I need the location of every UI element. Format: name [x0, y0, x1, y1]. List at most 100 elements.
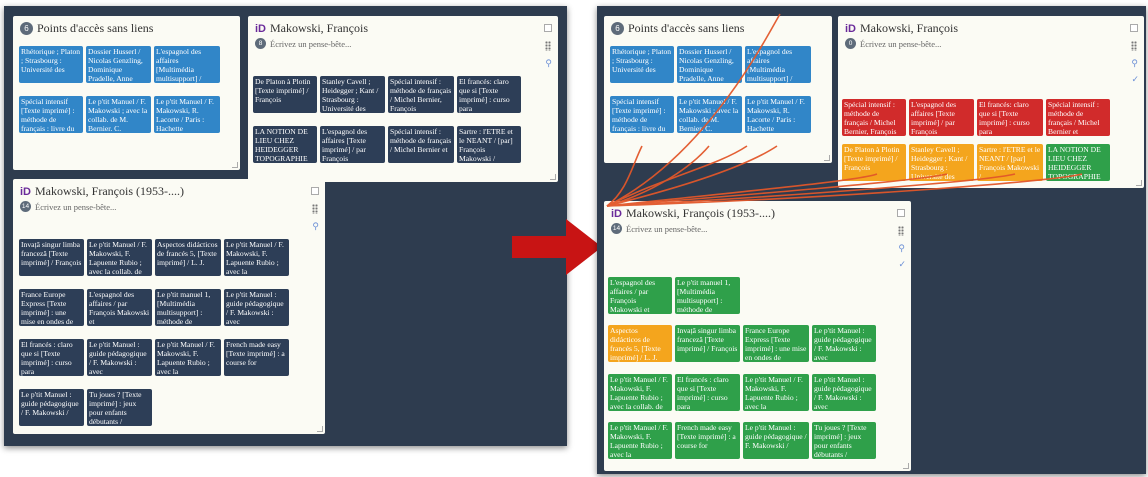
select-checkbox[interactable]	[1130, 24, 1138, 32]
record-tile[interactable]: Le p'tit Manuel : guide pédagogique / F.…	[87, 339, 152, 376]
resize-handle-icon[interactable]	[550, 174, 556, 180]
makowski-card: iD Makowski, François 0 Écrivez un pense…	[838, 16, 1144, 188]
record-tile[interactable]: Sartre : l'ETRE et le NEANT / [par] Fran…	[457, 126, 521, 163]
record-tile[interactable]: Le p'tit Manuel / F. Makowski, F. Lapuen…	[87, 239, 152, 276]
card-title: Makowski, François	[860, 21, 958, 35]
record-tile[interactable]: Sartre : l'ETRE et le NEANT / [par] Fran…	[977, 144, 1043, 181]
record-tile[interactable]: L'espagnol des affaires [Texte imprimé] …	[320, 126, 385, 163]
record-tile[interactable]: Le p'tit Manuel / F. Makowski, F. Lapuen…	[608, 422, 672, 459]
select-checkbox[interactable]	[311, 187, 319, 195]
record-tile[interactable]: Tu joues ? [Texte imprimé] : jeux pour e…	[812, 422, 876, 459]
resize-handle-icon[interactable]	[232, 162, 238, 168]
record-tile[interactable]: Rhétorique ; Platon ; Strasbourg : Unive…	[19, 46, 83, 83]
record-tile[interactable]: Le p'tit Manuel / F. Makowski, F. Lapuen…	[224, 239, 289, 276]
drag-handle-icon[interactable]	[545, 41, 551, 51]
record-tile[interactable]: El francés: claro que si [Texte imprimé]…	[457, 76, 521, 113]
record-tile[interactable]: Dossier Husserl / Nicolas Genzling, Domi…	[86, 46, 151, 83]
note-field[interactable]: 14 Écrivez un pense-bête...	[20, 201, 116, 212]
record-tile[interactable]: Spécial intensif [Texte imprimé] : métho…	[19, 96, 83, 133]
points-acces-header: 6 Points d'accès sans liens	[611, 21, 744, 36]
count-badge: 6	[611, 22, 624, 35]
note-count-badge: 8	[255, 38, 266, 49]
record-tile[interactable]: El francés : claro que si [Texte imprimé…	[675, 374, 740, 411]
select-checkbox[interactable]	[897, 209, 905, 217]
record-tile[interactable]: France Europe Express [Texte imprimé] : …	[743, 325, 809, 362]
resize-handle-icon[interactable]	[1136, 180, 1142, 186]
record-tile[interactable]: L'espagnol des affaires / par François M…	[608, 277, 672, 314]
record-tile[interactable]: LA NOTION DE LIEU CHEZ HEIDEGGER TOPOGRA…	[253, 126, 317, 163]
record-tile[interactable]: Le p'tit Manuel : guide pédagogique / F.…	[224, 289, 289, 326]
after-screen: 6 Points d'accès sans liens Rhétorique ;…	[597, 6, 1146, 474]
record-tile[interactable]: Aspectos didácticos de francés 5, [Texte…	[608, 325, 672, 362]
note-field[interactable]: 8 Écrivez un pense-bête...	[255, 38, 351, 49]
record-tile[interactable]: Aspectos didácticos de francés 5, [Texte…	[155, 239, 221, 276]
resize-handle-icon[interactable]	[824, 155, 830, 161]
points-acces-card: 6 Points d'accès sans liens Rhétorique ;…	[13, 16, 240, 170]
record-tile[interactable]: France Europe Express [Texte imprimé] : …	[19, 289, 84, 326]
record-tile[interactable]: Spécial intensif : méthode de français /…	[388, 126, 454, 163]
record-tile[interactable]: LA NOTION DE LIEU CHEZ HEIDEGGER TOPOGRA…	[1046, 144, 1110, 181]
idref-icon: iD	[20, 185, 31, 198]
resize-handle-icon[interactable]	[903, 463, 909, 469]
makowski-1953-card: iD Makowski, François (1953-....) 14 Écr…	[604, 201, 911, 471]
record-tile[interactable]: L'espagnol des affaires [Multimédia mult…	[154, 46, 220, 83]
record-tile[interactable]: Le p'tit Manuel / F. Makowski ; avec la …	[677, 96, 742, 133]
zoom-icon[interactable]: ⚲	[1131, 58, 1138, 69]
record-tile[interactable]: L'espagnol des affaires [Texte imprimé] …	[909, 99, 974, 136]
before-screen: 6 Points d'accès sans liens Rhétorique ;…	[4, 6, 567, 446]
record-tile[interactable]: Invață singur limba franceză [Texte impr…	[675, 325, 740, 362]
points-acces-card: 6 Points d'accès sans liens Rhétorique ;…	[604, 16, 832, 163]
note-placeholder: Écrivez un pense-bête...	[270, 38, 352, 49]
record-tile[interactable]: Le p'tit Manuel / F. Makowski, R. Lacort…	[745, 96, 811, 133]
record-tile[interactable]: Le p'tit Manuel : guide pédagogique / F.…	[743, 422, 809, 459]
record-tile[interactable]: L'espagnol des affaires [Multimédia mult…	[745, 46, 811, 83]
idref-icon: iD	[845, 22, 856, 35]
zoom-icon[interactable]: ⚲	[312, 221, 319, 232]
record-tile[interactable]: French made easy [Texte imprimé] : a cou…	[224, 339, 289, 376]
zoom-icon[interactable]: ⚲	[545, 58, 552, 69]
record-tile[interactable]: Spécial intensif [Texte imprimé] : métho…	[610, 96, 674, 133]
record-tile[interactable]: Le p'tit Manuel : guide pédagogique / F.…	[812, 374, 876, 411]
card-title: Makowski, François	[270, 21, 368, 35]
record-tile[interactable]: Le p'tit Manuel / F. Makowski, F. Lapuen…	[608, 374, 672, 411]
record-tile[interactable]: Stanley Cavell ; Heidegger ; Kant / Stra…	[320, 76, 385, 113]
record-tile[interactable]: Tu joues ? [Texte imprimé] : jeux pour e…	[87, 389, 152, 426]
note-field[interactable]: 14 Écrivez un pense-bête...	[611, 223, 707, 234]
record-tile[interactable]: French made easy [Texte imprimé] : a cou…	[675, 422, 740, 459]
zoom-icon[interactable]: ⚲	[898, 243, 905, 254]
link-check-icon[interactable]: ✓	[898, 259, 906, 270]
record-tile[interactable]: Spécial intensif : méthode de français /…	[842, 99, 906, 136]
record-tile[interactable]: El francés: claro que si [Texte imprimé]…	[977, 99, 1043, 136]
card-title: Points d'accès sans liens	[628, 21, 745, 35]
record-tile[interactable]: Le p'tit Manuel : guide pédagogique / F.…	[19, 389, 84, 426]
record-tile[interactable]: De Platon à Plotin [Texte imprimé] / Fra…	[842, 144, 906, 181]
note-count-badge: 0	[845, 38, 856, 49]
drag-handle-icon[interactable]	[312, 204, 318, 214]
record-tile[interactable]: Dossier Husserl / Nicolas Genzling, Domi…	[677, 46, 742, 83]
makowski-1953-header: iD Makowski, François (1953-....)	[611, 206, 775, 221]
record-tile[interactable]: Le p'tit Manuel : guide pédagogique / F.…	[812, 325, 876, 362]
record-tile[interactable]: Rhétorique ; Platon ; Strasbourg : Unive…	[610, 46, 674, 83]
record-tile[interactable]: Invață singur limba franceză [Texte impr…	[19, 239, 84, 276]
select-checkbox[interactable]	[544, 24, 552, 32]
record-tile[interactable]: Le p'tit Manuel / F. Makowski ; avec la …	[86, 96, 151, 133]
record-tile[interactable]: Le p'tit manuel 1, [Multimédia multisupp…	[675, 277, 740, 314]
record-tile[interactable]: Le p'tit Manuel / F. Makowski, R. Lacort…	[154, 96, 220, 133]
record-tile[interactable]: Stanley Cavell ; Heidegger ; Kant / Stra…	[909, 144, 974, 181]
card-title: Makowski, François (1953-....)	[35, 184, 184, 198]
resize-handle-icon[interactable]	[317, 426, 323, 432]
record-tile[interactable]: El francés : claro que si [Texte imprimé…	[19, 339, 84, 376]
record-tile[interactable]: L'espagnol des affaires / par François M…	[87, 289, 152, 326]
transition-arrow-icon	[512, 219, 602, 275]
note-field[interactable]: 0 Écrivez un pense-bête...	[845, 38, 941, 49]
note-placeholder: Écrivez un pense-bête...	[860, 38, 942, 49]
drag-handle-icon[interactable]	[1131, 41, 1137, 51]
record-tile[interactable]: Le p'tit manuel 1, [Multimédia multisupp…	[155, 289, 221, 326]
drag-handle-icon[interactable]	[898, 226, 904, 236]
record-tile[interactable]: Le p'tit Manuel / F. Makowski, F. Lapuen…	[155, 339, 221, 376]
record-tile[interactable]: De Platon à Plotin [Texte imprimé] / Fra…	[253, 76, 317, 113]
record-tile[interactable]: Spécial intensif : méthode de français /…	[1046, 99, 1110, 136]
record-tile[interactable]: Le p'tit Manuel / F. Makowski, F. Lapuen…	[743, 374, 809, 411]
record-tile[interactable]: Spécial intensif : méthode de français /…	[388, 76, 454, 113]
link-check-icon[interactable]: ✓	[1131, 74, 1139, 85]
